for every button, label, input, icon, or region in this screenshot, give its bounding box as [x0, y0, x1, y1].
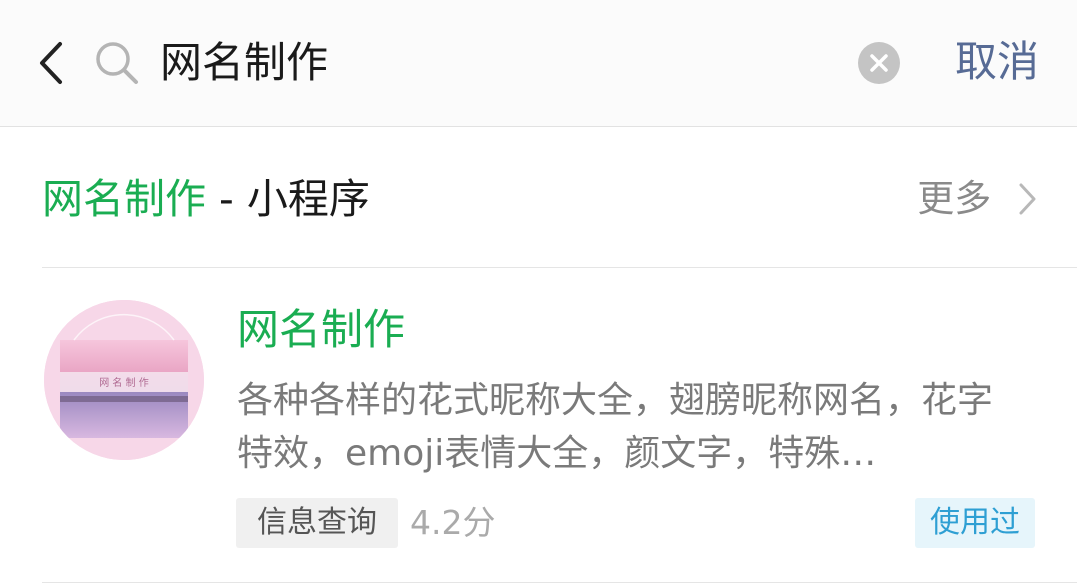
section-title-suffix: - 小程序	[206, 175, 370, 223]
used-badge: 使用过	[915, 498, 1035, 548]
app-name: 网名制作	[237, 305, 406, 354]
back-button[interactable]	[34, 38, 70, 88]
magnifier-icon	[96, 42, 138, 84]
rating-score: 4.2分	[410, 503, 496, 542]
section-header: 网名制作 - 小程序 更多	[42, 168, 1037, 230]
section-title: 网名制作 - 小程序	[42, 168, 370, 230]
search-results-page: 取消 网名制作 - 小程序 更多	[0, 0, 1077, 586]
clear-search-button[interactable]	[858, 42, 900, 84]
section-title-highlight: 网名制作	[42, 175, 206, 223]
more-button[interactable]: 更多	[917, 176, 1037, 222]
app-description: 各种各样的花式昵称大全，翅膀昵称网名，花字特效，emoji表情大全，颜文字，特殊…	[237, 380, 994, 474]
cancel-button[interactable]: 取消	[955, 32, 1039, 92]
more-label: 更多	[917, 177, 992, 220]
app-logo-caption: 网 名 制 作	[99, 376, 149, 389]
chevron-left-icon	[40, 42, 62, 84]
category-tag: 信息查询	[236, 498, 398, 548]
search-input[interactable]	[160, 30, 840, 96]
result-divider	[42, 582, 1077, 583]
app-logo: 网 名 制 作	[44, 300, 204, 460]
mini-program-result[interactable]: 网 名 制 作 网名制作 各种各样的花式昵称大全，翅膀昵称网名，花字特效，emo…	[0, 268, 1077, 584]
clear-circle-x-icon	[870, 54, 888, 72]
search-bar: 取消	[0, 0, 1077, 127]
chevron-right-icon	[1019, 183, 1036, 215]
